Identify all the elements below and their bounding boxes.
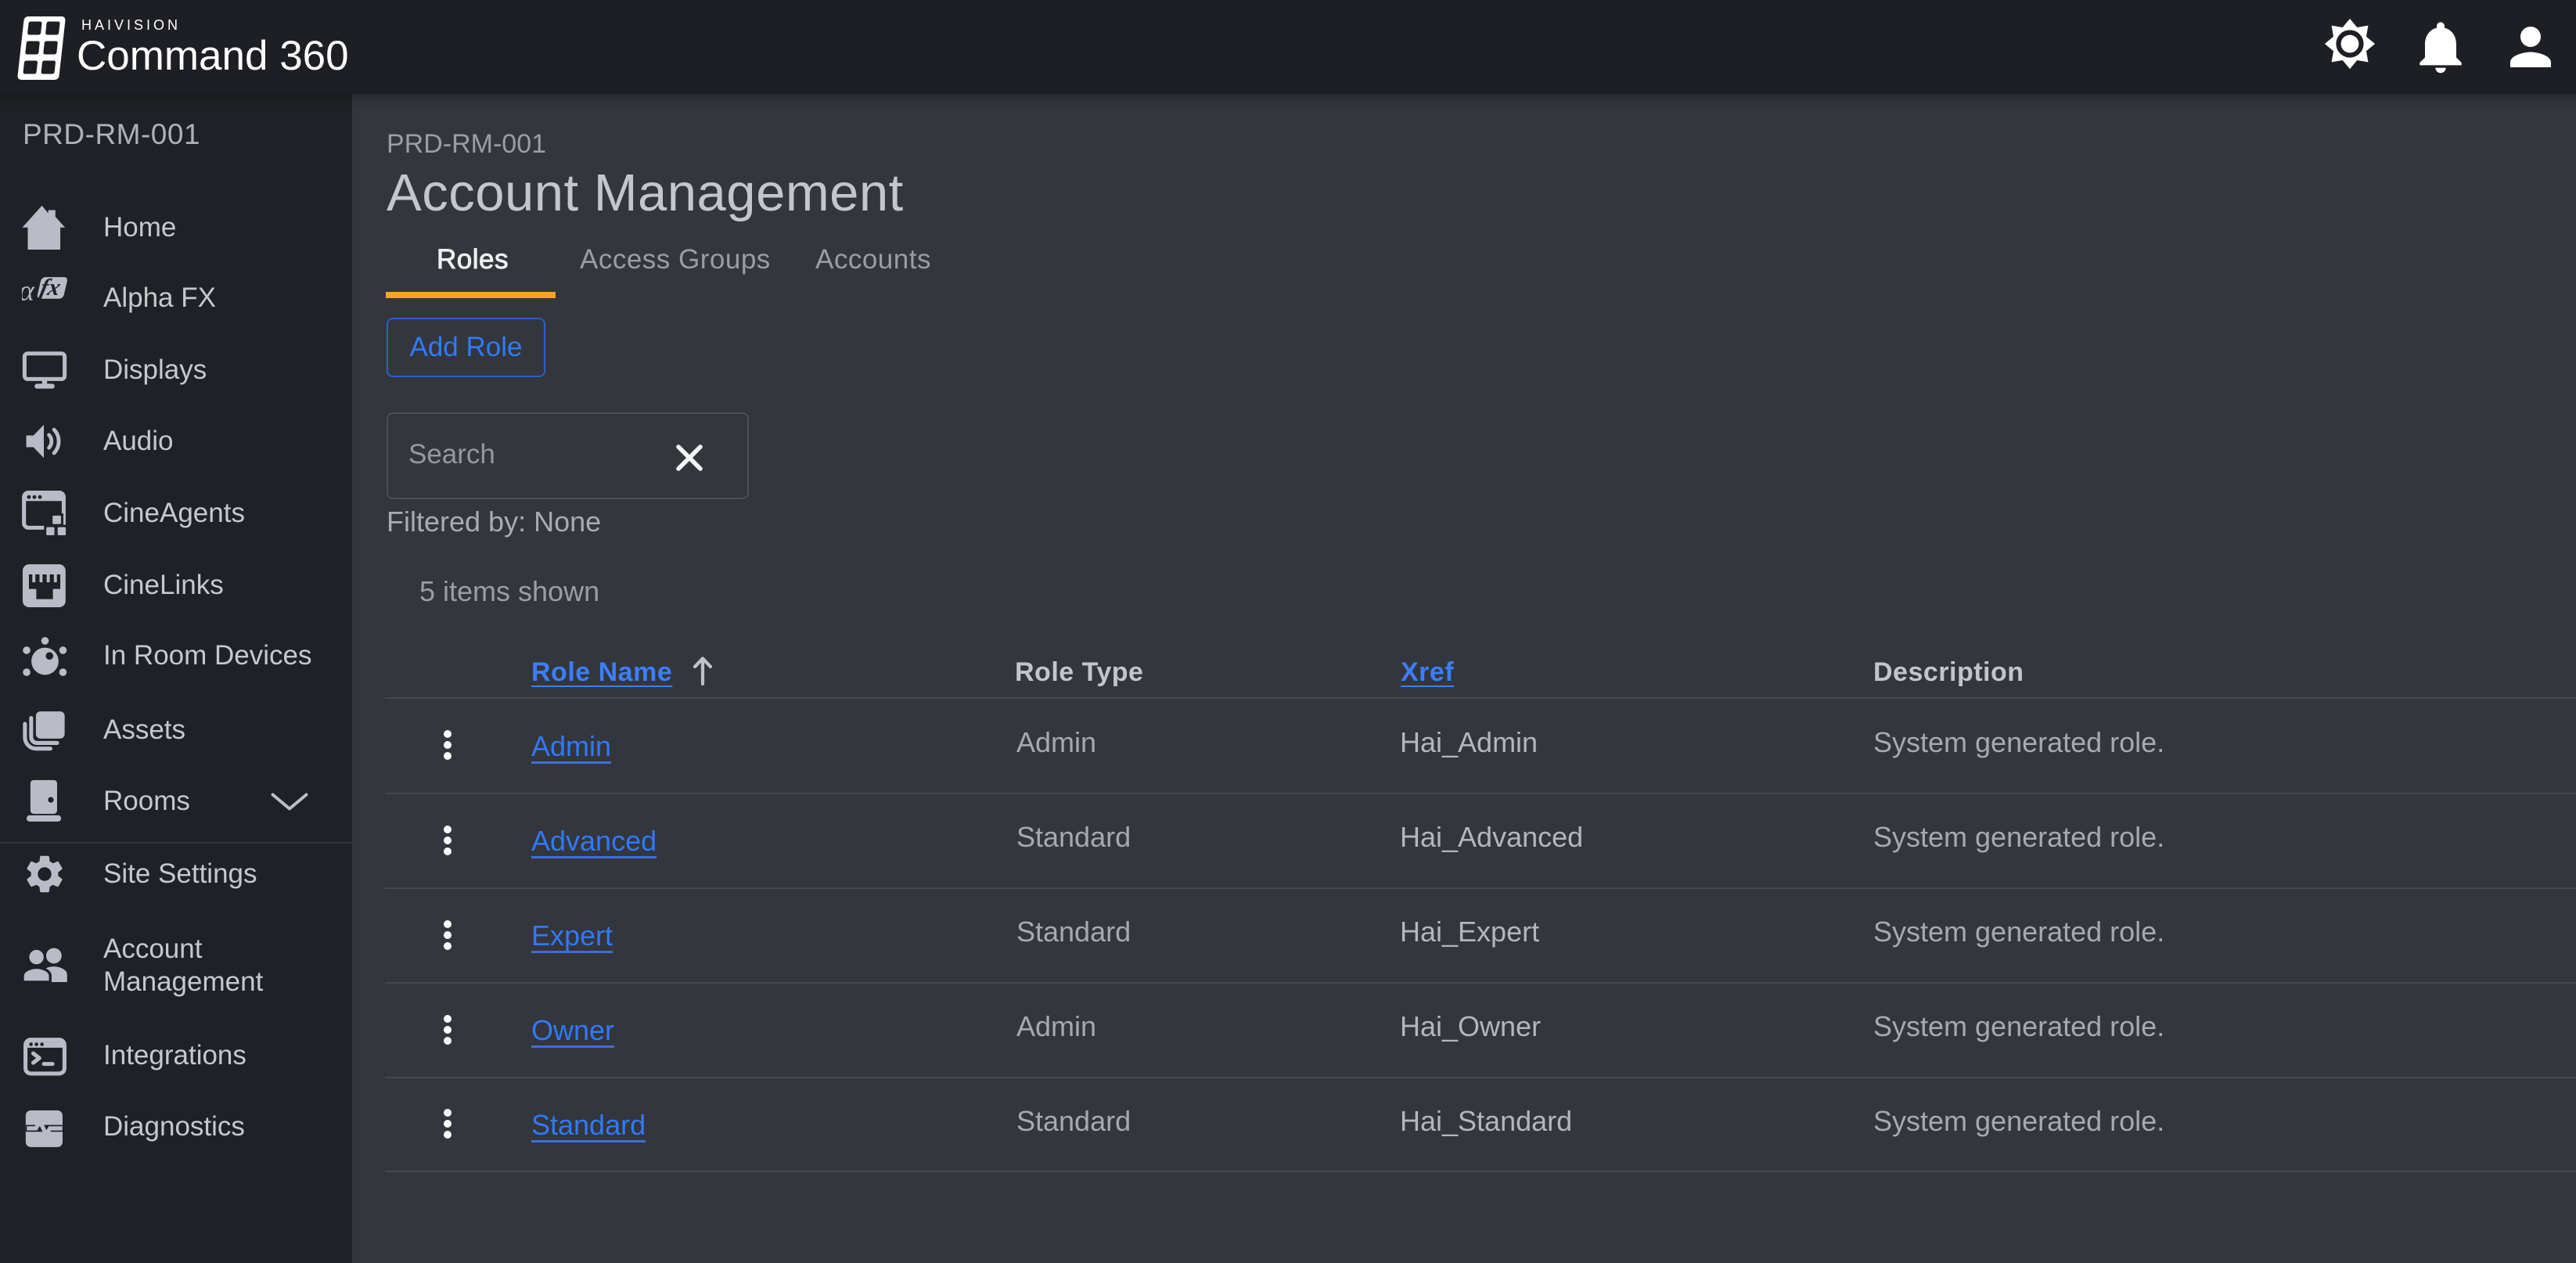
svg-text:α: α bbox=[22, 275, 35, 308]
